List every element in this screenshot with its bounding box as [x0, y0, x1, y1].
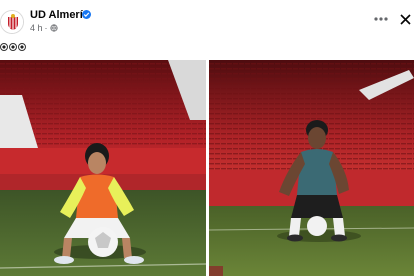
soccer-ball-icon: [9, 43, 17, 51]
more-options-button[interactable]: [372, 12, 390, 26]
post-meta: 4 h ·: [30, 23, 58, 33]
close-icon: [399, 13, 411, 25]
post-time[interactable]: 4 h: [30, 23, 43, 33]
club-crest-icon: [1, 11, 23, 33]
post-header: UD Almería 4 h ·: [0, 0, 414, 40]
page-avatar[interactable]: [0, 10, 24, 34]
soccer-ball-icon: [0, 43, 8, 51]
post-photo-2[interactable]: [209, 60, 414, 276]
more-options-icon: [374, 17, 388, 21]
player-photo-image: [0, 60, 206, 276]
soccer-ball-icon: [18, 43, 26, 51]
post-caption: [0, 41, 26, 53]
post-photo-1[interactable]: [0, 60, 206, 276]
player-photo-image: [209, 60, 414, 276]
globe-icon: [49, 24, 58, 32]
page-name[interactable]: UD Almería: [30, 9, 89, 21]
verified-badge-icon: [82, 10, 91, 19]
close-button[interactable]: [397, 11, 413, 27]
